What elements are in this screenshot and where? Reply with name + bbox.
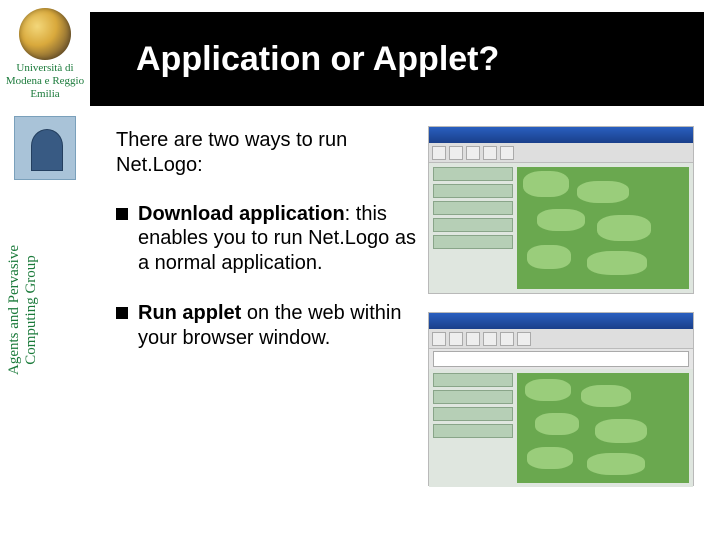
- group-name-line1: Agents and Pervasive: [6, 160, 23, 460]
- browser-addressbar-icon: [433, 351, 689, 367]
- app-controls-icon: [433, 167, 513, 289]
- app-world-view-icon: [517, 167, 689, 289]
- group-name-line2: Computing Group: [23, 160, 40, 460]
- window-body: [429, 163, 693, 293]
- intro-text: There are two ways to run Net.Logo:: [116, 128, 426, 178]
- browser-titlebar-icon: [429, 313, 693, 329]
- university-name: Università di Modena e Reggio Emilia: [0, 62, 90, 102]
- sidebar: Università di Modena e Reggio Emilia Age…: [0, 0, 90, 540]
- screenshot-applet: [428, 312, 694, 486]
- list-item: Run applet on the web within your browse…: [116, 301, 426, 350]
- title-bar: Application or Applet?: [90, 12, 704, 106]
- bullet-bold: Download application: [138, 203, 345, 225]
- screenshot-application: [428, 126, 694, 294]
- window-titlebar-icon: [429, 127, 693, 143]
- browser-body: [429, 369, 693, 487]
- slide-title: Application or Applet?: [136, 40, 499, 79]
- bullet-bold: Run applet: [138, 302, 241, 324]
- window-toolbar-icon: [429, 143, 693, 163]
- bullet-list: Download application: this enables you t…: [116, 202, 426, 350]
- browser-toolbar-icon: [429, 329, 693, 349]
- university-seal-icon: [19, 8, 71, 60]
- slide: Università di Modena e Reggio Emilia Age…: [0, 0, 720, 540]
- applet-world-view-icon: [517, 373, 689, 483]
- applet-controls-icon: [433, 373, 513, 483]
- group-name: Agents and Pervasive Computing Group: [6, 160, 39, 460]
- content-area: There are two ways to run Net.Logo: Down…: [116, 128, 426, 376]
- list-item: Download application: this enables you t…: [116, 202, 426, 275]
